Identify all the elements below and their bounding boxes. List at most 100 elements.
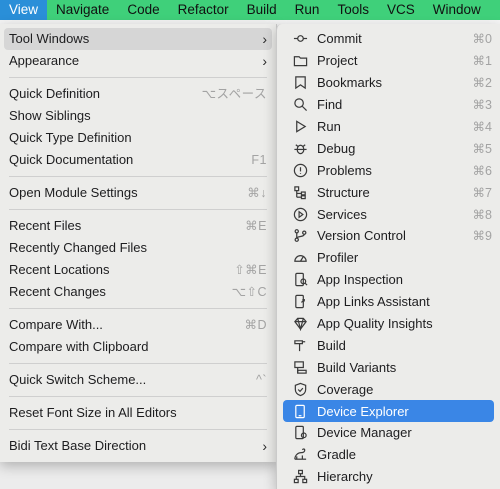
bookmark-icon [291,75,309,91]
tool-window-shortcut: ⌘8 [472,207,492,222]
bug-icon [291,140,309,156]
menu-separator [9,77,267,78]
tool-window-item-problems[interactable]: Problems ⌘6 [277,159,500,181]
menu-item-label: Tool Windows [9,31,90,46]
tool-window-label: Version Control [317,228,406,244]
menu-item-recent-changes[interactable]: Recent Changes ⌥⇧C [0,281,276,303]
gradle-icon [291,447,309,463]
menu-separator [9,396,267,397]
shield-icon [291,381,309,397]
tool-window-item-build[interactable]: Build [277,334,500,356]
tool-window-item-run[interactable]: Run ⌘4 [277,116,500,138]
tool-window-label: Problems [317,162,372,178]
tool-window-label: Project [317,53,358,69]
menu-item-label: Recent Locations [9,262,110,277]
tool-window-shortcut: ⌘1 [472,54,492,69]
menu-separator [9,308,267,309]
structure-icon [291,184,309,200]
folder-icon [291,53,309,69]
menu-item-compare-with-clipboard[interactable]: Compare with Clipboard [0,336,276,358]
menubar-item-navigate[interactable]: Navigate [47,0,118,20]
menu-item-appearance[interactable]: Appearance › [0,50,276,72]
tool-window-item-structure[interactable]: Structure ⌘7 [277,181,500,203]
tool-windows-submenu: Commit ⌘0 Project ⌘1 Bookmarks ⌘2 Find ⌘3 Run ⌘4 D… [276,24,500,489]
menu-item-quick-type-definition[interactable]: Quick Type Definition [0,127,276,149]
chevron-right-icon: › [262,53,267,69]
menu-item-reset-font-size-in-all-editors[interactable]: Reset Font Size in All Editors [0,402,276,424]
link-icon [291,294,309,310]
menu-item-quick-definition[interactable]: Quick Definition ⌥スペース [0,83,276,105]
tool-window-label: Debug [317,140,356,156]
menu-item-shortcut: ^` [255,373,267,387]
inspect-icon [291,272,309,288]
tool-window-label: Gradle [317,447,357,463]
tool-window-item-device-manager[interactable]: Device Manager [277,422,500,444]
tool-window-item-device-explorer[interactable]: Device Explorer [283,400,494,423]
tool-window-shortcut: ⌘6 [472,163,492,178]
tool-window-label: Services [317,206,367,222]
menubar-item-view[interactable]: View [0,0,48,20]
tool-window-label: Find [317,97,343,113]
device-manager-icon [291,425,309,441]
menu-item-shortcut: ⇧⌘E [234,263,267,277]
menu-item-shortcut: ⌘D [244,318,267,332]
tool-window-item-profiler[interactable]: Profiler [277,247,500,269]
tool-window-item-gradle[interactable]: Gradle [277,444,500,466]
commit-icon [291,31,309,47]
play-icon [291,119,309,135]
tool-window-shortcut: ⌘9 [472,229,492,244]
tool-window-label: App Inspection [317,272,404,288]
menu-item-quick-documentation[interactable]: Quick Documentation F1 [0,149,276,171]
menu-separator [9,363,267,364]
menu-item-bidi-text-base-direction[interactable]: Bidi Text Base Direction › [0,435,276,457]
menu-item-recently-changed-files[interactable]: Recently Changed Files [0,237,276,259]
menu-item-label: Compare with Clipboard [9,339,149,354]
branch-icon [291,228,309,244]
menu-item-tool-windows[interactable]: Tool Windows › [4,28,272,50]
hammer-icon [291,337,309,353]
menubar-item-window[interactable]: Window [424,0,490,20]
tool-window-label: Run [317,119,341,134]
tool-window-item-app-links-assistant[interactable]: App Links Assistant [277,291,500,313]
tool-window-item-services[interactable]: Services ⌘8 [277,203,500,225]
menu-item-recent-files[interactable]: Recent Files ⌘E [0,215,276,237]
tool-window-item-coverage[interactable]: Coverage [277,378,500,400]
tool-window-item-find[interactable]: Find ⌘3 [277,94,500,116]
menubar-item-build[interactable]: Build [238,0,286,20]
menu-item-label: Appearance [9,53,80,68]
search-icon [291,97,309,113]
tool-window-item-debug[interactable]: Debug ⌘5 [277,137,500,159]
tool-window-item-app-quality-insights[interactable]: App Quality Insights [277,313,500,335]
tool-window-item-app-inspection[interactable]: App Inspection [277,269,500,291]
menubar-item-refactor[interactable]: Refactor [169,0,238,20]
menubar-item-run[interactable]: Run [286,0,329,20]
tool-window-label: Build [317,337,346,353]
tool-window-label: Structure [317,184,370,200]
tool-window-label: App Quality Insights [317,316,433,332]
tool-window-item-commit[interactable]: Commit ⌘0 [277,28,500,50]
menubar-item-code[interactable]: Code [118,0,168,20]
menubar-item-tools[interactable]: Tools [328,0,378,20]
menu-item-open-module-settings[interactable]: Open Module Settings ⌘↓ [0,182,276,204]
tool-window-label: Commit [317,31,362,47]
device-icon [291,403,309,419]
menu-item-label: Bidi Text Base Direction [9,438,147,453]
tool-window-item-version-control[interactable]: Version Control ⌘9 [277,225,500,247]
menu-item-quick-switch-scheme[interactable]: Quick Switch Scheme... ^` [0,369,276,391]
menu-item-shortcut: F1 [251,153,267,167]
diamond-icon [291,316,309,332]
menu-item-compare-with[interactable]: Compare With... ⌘D [0,314,276,336]
menu-item-show-siblings[interactable]: Show Siblings [0,105,276,127]
menu-item-recent-locations[interactable]: Recent Locations ⇧⌘E [0,259,276,281]
variants-icon [291,359,309,375]
tool-window-item-project[interactable]: Project ⌘1 [277,50,500,72]
tool-window-item-build-variants[interactable]: Build Variants [277,356,500,378]
tool-window-item-hierarchy[interactable]: Hierarchy [277,466,500,488]
menu-item-label: Quick Type Definition [9,130,132,145]
services-icon [291,206,309,222]
hierarchy-icon [291,469,309,485]
menu-item-label: Quick Documentation [9,152,134,167]
tool-window-item-bookmarks[interactable]: Bookmarks ⌘2 [277,72,500,94]
tool-window-label: Build Variants [317,359,397,375]
menubar-item-vcs[interactable]: VCS [378,0,424,20]
